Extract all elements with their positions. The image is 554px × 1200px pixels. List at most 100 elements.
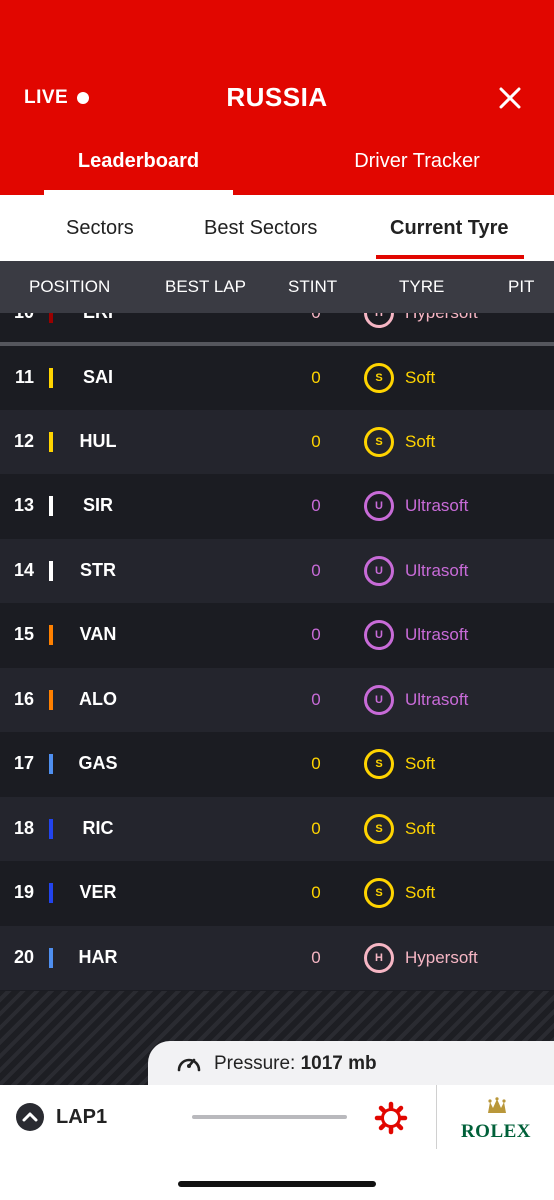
row-stint: 0 [311,561,321,580]
lap-slider[interactable] [192,1115,347,1119]
tyre-name: Ultrasoft [405,561,469,580]
driver-code: VER [79,882,117,902]
footer-divider [436,1085,437,1149]
pressure-value: 1017 mb [300,1053,377,1074]
gauge-icon [177,1058,201,1072]
column-stint: STINT [288,277,338,296]
chevron-up-icon [22,1112,38,1122]
table-row[interactable]: 13 SIR 0 U Ultrasoft [0,474,554,538]
driver-code: RIC [82,818,114,838]
table-row[interactable]: 14 STR 0 U Ultrasoft [0,539,554,603]
team-color-bar [49,819,53,839]
tyre-compound-icon: H [364,313,394,328]
row-position: 12 [13,431,34,451]
table-row[interactable]: 20 HAR 0 H Hypersoft [0,926,554,990]
subtab-current-tyre[interactable]: Current Tyre [390,217,509,240]
tyre-name: Soft [405,883,436,902]
footer: LAP1 ROLEX [0,1085,554,1200]
row-stint: 0 [311,948,321,967]
lap-label: LAP1 [56,1106,108,1128]
subtab-sectors[interactable]: Sectors [66,217,134,240]
row-stint: 0 [311,368,321,387]
team-color-bar [49,368,53,388]
team-color-bar [49,432,53,452]
driver-code: HAR [78,947,118,967]
table-row[interactable]: 10 ERI 0 H Hypersoft [0,313,554,345]
close-icon[interactable] [496,84,524,112]
column-pit: PIT [508,277,535,296]
active-subtab-indicator [376,255,524,259]
subtab-bar: Sectors Best Sectors Current Tyre [0,195,554,261]
row-position: 16 [13,689,34,709]
column-best-lap: BEST LAP [165,277,246,296]
row-position: 13 [13,495,34,515]
leaderboard-list[interactable]: 10 ERI 0 H Hypersoft 11 SAI 0 S Soft 12 … [0,313,554,991]
tab-driver-tracker[interactable]: Driver Tracker [322,150,512,173]
tyre-name: Ultrasoft [405,690,469,709]
team-color-bar [49,313,53,323]
row-stint: 0 [296,313,336,323]
column-position: POSITION [29,277,111,296]
row-position: 10 [0,313,34,323]
table-row[interactable]: 11 SAI 0 S Soft [0,346,554,410]
driver-code: SAI [82,367,113,387]
row-stint: 0 [311,496,321,515]
tyre-compound-icon: H [364,943,394,973]
gear-icon[interactable] [374,1101,408,1135]
table-row[interactable]: 16 ALO 0 U Ultrasoft [0,668,554,732]
team-color-bar [49,948,53,968]
subtab-best-sectors[interactable]: Best Sectors [204,217,317,240]
home-indicator[interactable] [178,1181,376,1187]
pressure-label: Pressure: [214,1053,296,1074]
row-position: 18 [13,818,34,838]
tyre-name: Soft [405,819,436,838]
header: LIVE RUSSIA Leaderboard Driver Tracker [0,0,554,195]
team-color-bar [49,496,53,516]
tyre-compound-icon: U [364,685,394,715]
team-color-bar [49,754,53,774]
row-stint: 0 [311,754,321,773]
column-tyre: TYRE [399,277,445,296]
pressure-panel: Pressure: 1017 mb [148,1041,554,1085]
tyre-name: Soft [405,368,436,387]
team-color-bar [49,625,53,645]
sponsor-name: ROLEX [460,1121,532,1142]
tyre-name: Ultrasoft [405,625,469,644]
table-row[interactable]: 12 HUL 0 S Soft [0,410,554,474]
driver-code: ALO [79,689,117,709]
team-color-bar [49,883,53,903]
table-row[interactable]: 15 VAN 0 U Ultrasoft [0,603,554,667]
team-color-bar [49,690,53,710]
tyre-compound-icon: U [364,620,394,650]
row-stint: 0 [311,690,321,709]
tyre-name: Soft [405,754,436,773]
row-position: 11 [14,367,34,387]
driver-code: SIR [82,495,113,515]
row-stint: 0 [311,625,321,644]
column-header-row: POSITION BEST LAP STINT TYRE PIT [0,261,554,313]
driver-code: HUL [79,431,117,451]
row-position: 14 [13,560,34,580]
driver-code: ERI [68,313,128,323]
tyre-name: Soft [405,432,436,451]
team-color-bar [49,561,53,581]
page-title: RUSSIA [226,82,328,112]
table-row[interactable]: 18 RIC 0 S Soft [0,797,554,861]
lap-toggle-button[interactable] [16,1103,44,1131]
row-stint: 0 [311,819,321,838]
tyre-compound-icon: S [364,363,394,393]
table-row[interactable]: 17 GAS 0 S Soft [0,732,554,796]
driver-code: GAS [78,753,118,773]
tyre-compound-icon: S [364,814,394,844]
tyre-compound-icon: S [364,427,394,457]
tyre-compound-icon: S [364,749,394,779]
table-row[interactable]: 19 VER 0 S Soft [0,861,554,925]
driver-code: STR [80,560,116,580]
tyre-name: Hypersoft [405,948,478,967]
tab-leaderboard[interactable]: Leaderboard [44,150,233,173]
tyre-compound-icon: U [364,556,394,586]
crown-icon [488,1097,506,1113]
row-position: 19 [13,882,34,902]
tyre-compound-icon: S [364,878,394,908]
sponsor-logo[interactable]: ROLEX [446,1093,546,1143]
